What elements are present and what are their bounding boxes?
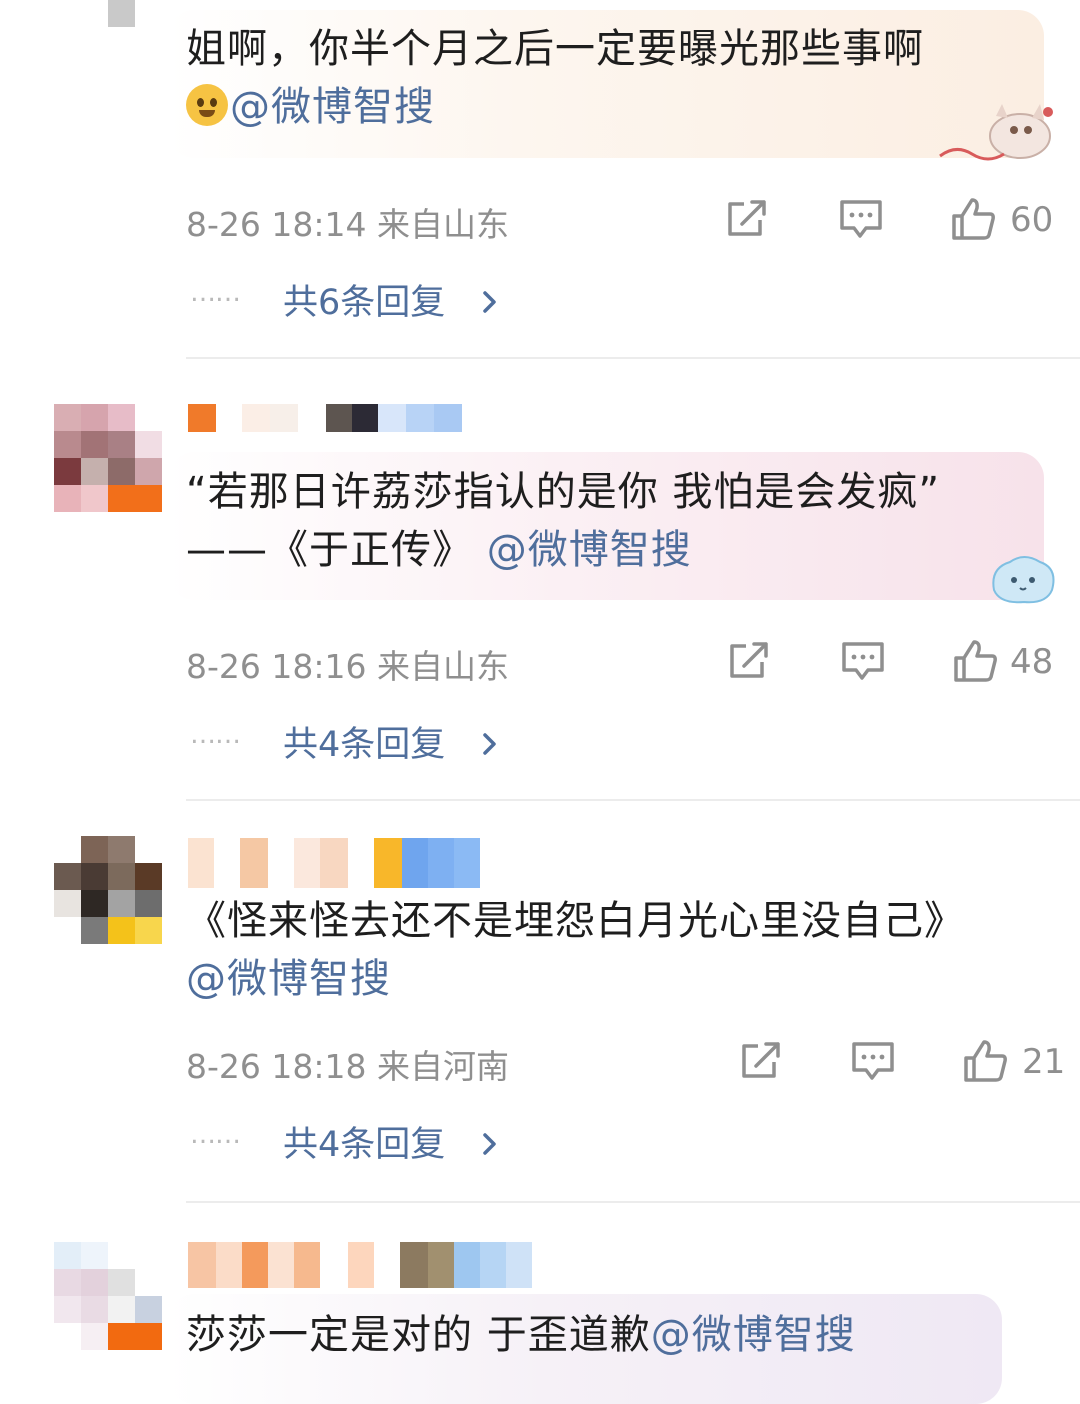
mention-link[interactable]: @微博智搜 — [651, 1312, 856, 1358]
comment-text: 莎莎一定是对的 于歪道歉@微博智搜 — [186, 1306, 1010, 1364]
comment-4: 莎莎一定是对的 于歪道歉@微博智搜 — [0, 0, 1080, 1404]
username[interactable] — [188, 1242, 532, 1288]
comment-body: 莎莎一定是对的 于歪道歉 — [186, 1312, 651, 1358]
avatar[interactable] — [54, 1242, 162, 1350]
